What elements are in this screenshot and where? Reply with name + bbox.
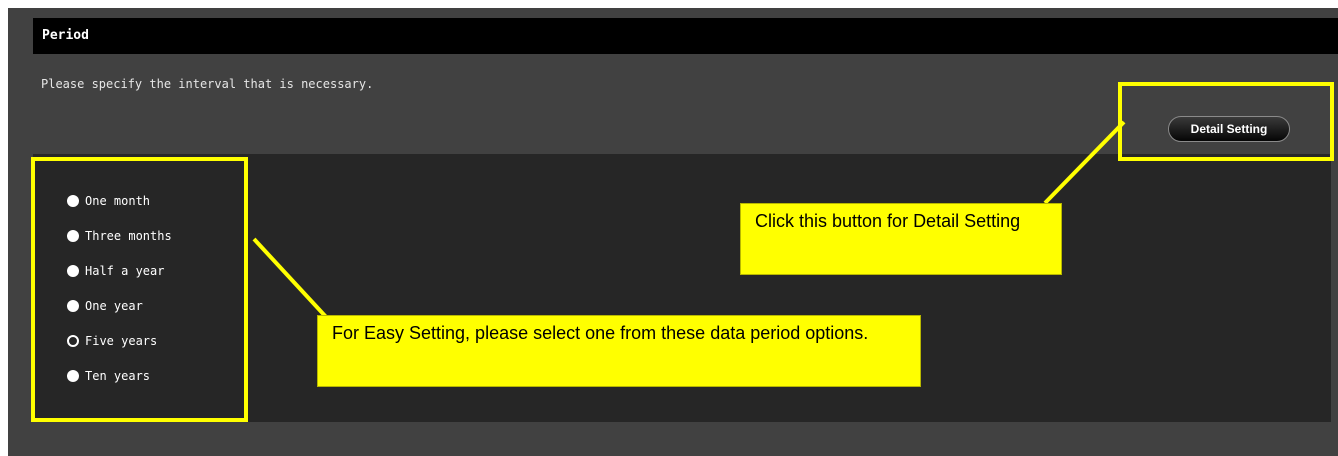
easy-setting-callout: For Easy Setting, please select one from… [317, 315, 921, 387]
options-highlight-frame [31, 157, 248, 422]
button-highlight-frame [1118, 82, 1334, 161]
panel-title: Period [42, 28, 89, 43]
panel-title-bar: Period [33, 18, 1338, 54]
instruction-text: Please specify the interval that is nece… [41, 77, 374, 91]
detail-setting-callout: Click this button for Detail Setting [740, 203, 1062, 275]
